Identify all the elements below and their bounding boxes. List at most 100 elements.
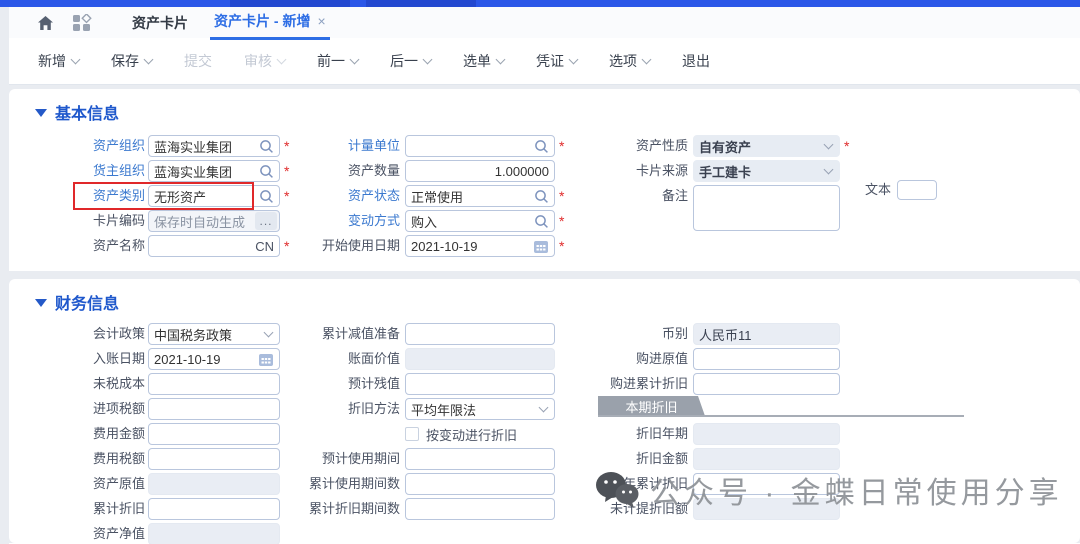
calendar-icon[interactable] <box>258 352 274 367</box>
impairment-row: 累计减值准备 <box>288 323 555 345</box>
purchase-accum-depr-input[interactable] <box>693 373 840 395</box>
basic-info-panel: 基本信息 资产组织 蓝海实业集团 * 货主组织 蓝海实业集团 <box>9 89 1080 271</box>
asset-qty-row: 资产数量 1.000000 <box>288 160 555 182</box>
impairment-input[interactable] <box>405 323 555 345</box>
card-source-select[interactable]: 手工建卡 <box>693 160 840 182</box>
book-value-label: 账面价值 <box>288 348 400 370</box>
app-launcher-icon[interactable] <box>72 14 92 32</box>
change-mode-row: 变动方式 购入 * <box>288 210 564 232</box>
unit-label: 计量单位 <box>288 135 400 157</box>
card-source-label: 卡片来源 <box>578 160 688 182</box>
ytd-depreciation-input[interactable] <box>693 473 840 495</box>
finance-info-panel: 财务信息 会计政策 中国税务政策 入账日期 2021-10-19 <box>9 279 1080 543</box>
tab-asset-card[interactable]: 资产卡片 <box>132 13 188 33</box>
owner-org-label: 货主组织 <box>9 160 145 182</box>
previous-button[interactable]: 前一 <box>317 51 358 71</box>
depreciation-method-row: 折旧方法 平均年限法 <box>288 398 555 420</box>
search-icon[interactable] <box>534 139 549 154</box>
current-depreciation-tab[interactable]: 本期折旧 <box>598 396 705 416</box>
depr-year-period-label: 折旧年期 <box>578 423 688 445</box>
unit-row: 计量单位 * <box>288 135 564 157</box>
asset-status-input[interactable]: 正常使用 <box>405 185 555 207</box>
remark-label: 备注 <box>578 185 688 207</box>
expense-tax-label: 费用税额 <box>9 448 145 470</box>
search-icon[interactable] <box>259 139 274 154</box>
undepreciated-amount-input <box>693 498 840 520</box>
expected-periods-label: 预计使用期间 <box>288 448 400 470</box>
asset-category-label: 资产类别 <box>9 185 145 207</box>
tab-asset-card-new[interactable]: 资产卡片 - 新增 × <box>210 11 330 40</box>
calendar-icon[interactable] <box>533 239 549 254</box>
close-icon[interactable]: × <box>317 13 325 29</box>
purchase-value-row: 购进原值 <box>578 348 840 370</box>
text-field-input[interactable] <box>897 180 937 200</box>
submit-button: 提交 <box>184 51 212 71</box>
accounting-policy-select[interactable]: 中国税务政策 <box>148 323 280 345</box>
expected-periods-input[interactable] <box>405 448 555 470</box>
depreciate-on-change-checkbox[interactable] <box>405 427 419 441</box>
depreciated-periods-input[interactable] <box>405 498 555 520</box>
asset-nature-row: 资产性质 自有资产 * <box>578 135 849 157</box>
used-periods-input[interactable] <box>405 473 555 495</box>
voucher-button[interactable]: 凭证 <box>536 51 577 71</box>
search-icon[interactable] <box>534 214 549 229</box>
asset-qty-input[interactable]: 1.000000 <box>405 160 555 182</box>
net-value-label: 资产净值 <box>9 523 145 544</box>
depreciation-method-select[interactable]: 平均年限法 <box>405 398 555 420</box>
depr-year-period-input <box>693 423 840 445</box>
owner-org-input[interactable]: 蓝海实业集团 <box>148 160 280 182</box>
search-icon[interactable] <box>534 189 549 204</box>
card-code-row: 卡片编码 保存时自动生成 ... <box>9 210 280 232</box>
ellipsis-button[interactable]: ... <box>255 212 277 230</box>
start-use-date-row: 开始使用日期 2021-10-19 * <box>288 235 564 257</box>
expense-tax-input[interactable] <box>148 448 280 470</box>
remark-textarea[interactable] <box>693 185 840 231</box>
entry-date-input[interactable]: 2021-10-19 <box>148 348 280 370</box>
purchase-value-input[interactable] <box>693 348 840 370</box>
asset-name-row: 资产名称 CN * <box>9 235 289 257</box>
change-mode-input[interactable]: 购入 <box>405 210 555 232</box>
owner-org-row: 货主组织 蓝海实业集团 * <box>9 160 289 182</box>
expense-amount-input[interactable] <box>148 423 280 445</box>
entry-date-label: 入账日期 <box>9 348 145 370</box>
home-icon[interactable] <box>37 15 54 31</box>
residual-value-input[interactable] <box>405 373 555 395</box>
asset-name-label: 资产名称 <box>9 235 145 257</box>
unit-input[interactable] <box>405 135 555 157</box>
options-button[interactable]: 选项 <box>609 51 650 71</box>
search-icon[interactable] <box>259 189 274 204</box>
chevron-down-icon <box>496 54 506 64</box>
basic-info-header[interactable]: 基本信息 <box>35 100 119 124</box>
chevron-down-icon <box>539 403 549 413</box>
accum-depreciation-input[interactable] <box>148 498 280 520</box>
input-tax-input[interactable] <box>148 398 280 420</box>
select-bill-button[interactable]: 选单 <box>463 51 504 71</box>
depreciated-periods-row: 累计折旧期间数 <box>288 498 555 520</box>
search-icon[interactable] <box>259 164 274 179</box>
finance-info-header[interactable]: 财务信息 <box>35 290 119 314</box>
asset-nature-label: 资产性质 <box>578 135 688 157</box>
toolbar: 新增 保存 提交 审核 前一 后一 选单 凭证 选项 退出 <box>9 38 1080 85</box>
required-marker: * <box>559 239 564 253</box>
start-use-date-input[interactable]: 2021-10-19 <box>405 235 555 257</box>
chevron-down-icon <box>423 54 433 64</box>
asset-category-input[interactable]: 无形资产 <box>148 185 280 207</box>
accum-depreciation-label: 累计折旧 <box>9 498 145 520</box>
asset-org-row: 资产组织 蓝海实业集团 * <box>9 135 289 157</box>
exit-button[interactable]: 退出 <box>682 51 710 71</box>
book-value-input <box>405 348 555 370</box>
depreciation-method-label: 折旧方法 <box>288 398 400 420</box>
card-code-input[interactable]: 保存时自动生成 ... <box>148 210 280 232</box>
asset-name-input[interactable]: CN <box>148 235 280 257</box>
expense-amount-row: 费用金额 <box>9 423 280 445</box>
used-periods-label: 累计使用期间数 <box>288 473 400 495</box>
asset-org-input[interactable]: 蓝海实业集团 <box>148 135 280 157</box>
new-button[interactable]: 新增 <box>38 51 79 71</box>
asset-nature-select[interactable]: 自有资产 <box>693 135 840 157</box>
save-button[interactable]: 保存 <box>111 51 152 71</box>
pretax-cost-input[interactable] <box>148 373 280 395</box>
currency-row: 币别 人民币11 <box>578 323 840 345</box>
next-button[interactable]: 后一 <box>390 51 431 71</box>
chevron-down-icon <box>824 165 834 175</box>
accounting-policy-label: 会计政策 <box>9 323 145 345</box>
